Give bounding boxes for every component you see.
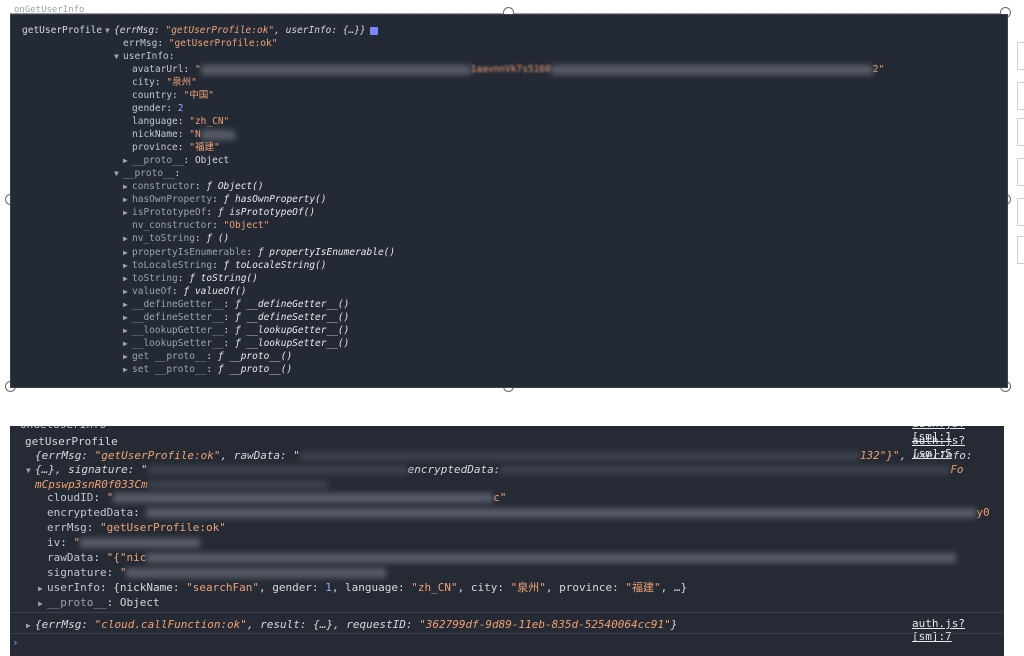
expand-arrow-icon[interactable]: ▶ xyxy=(123,363,132,376)
proto-member: nv_constructor: "Object" xyxy=(132,220,270,232)
prop-encryptedData: encryptedData: y0 xyxy=(47,506,990,519)
prop-userInfo[interactable]: ▼ userInfo: xyxy=(114,50,175,63)
redacted-blur xyxy=(146,553,957,563)
proto-member[interactable]: ▶ __lookupSetter__: ƒ __lookupSetter__() xyxy=(123,337,349,350)
object-summary-line1[interactable]: {errMsg: "getUserProfile:ok", rawData: "… xyxy=(35,448,973,463)
expand-arrow-icon[interactable]: ▶ xyxy=(123,337,132,350)
redacted-blur xyxy=(500,465,951,475)
prop-province: province: "福建" xyxy=(132,142,220,153)
redacted-blur xyxy=(147,480,328,490)
log-divider xyxy=(10,612,1004,613)
redacted-blur xyxy=(200,64,471,75)
redacted-blur xyxy=(146,508,977,518)
proto-member[interactable]: ▶ hasOwnProperty: ƒ hasOwnProperty() xyxy=(123,193,326,206)
expand-arrow-icon[interactable]: ▼ xyxy=(26,463,35,478)
prop-proto[interactable]: ▶ __proto__: Object xyxy=(38,595,160,611)
prop-signature: signature: " xyxy=(47,565,387,580)
expand-arrow-icon[interactable]: ▶ xyxy=(123,232,132,245)
cut-off-log-text: onGetUserInfo xyxy=(20,426,106,432)
prop-userInfo[interactable]: ▶ userInfo: {nickName: "searchFan", gende… xyxy=(38,580,687,596)
prop-nickName: nickName: "N xyxy=(132,128,235,141)
proto-member[interactable]: ▶ propertyIsEnumerable: ƒ propertyIsEnume… xyxy=(123,246,395,259)
prop-language: language: "zh_CN" xyxy=(132,116,230,127)
expand-arrow-icon[interactable]: ▶ xyxy=(123,180,132,193)
proto-member[interactable]: ▶ set __proto__: ƒ __proto__() xyxy=(123,363,292,376)
prop-errMsg: errMsg: "getUserProfile:ok" xyxy=(47,521,226,534)
object-summary-line2[interactable]: ▼ {…}, signature: " encryptedData: Fo xyxy=(26,462,964,478)
prop-city: city: "泉州" xyxy=(132,77,197,88)
log-label: getUserProfile xyxy=(25,435,118,448)
prop-cloudID: cloudID: " c" xyxy=(47,491,507,504)
prop-iv: iv: " xyxy=(47,535,201,550)
side-panel-box xyxy=(1017,198,1024,226)
prop-proto[interactable]: ▼ __proto__: xyxy=(114,167,180,180)
expand-arrow-icon[interactable]: ▶ xyxy=(123,206,132,219)
prop-avatarUrl: avatarUrl: " 1aavnnVk7s5160 2" xyxy=(132,64,885,75)
expand-arrow-icon[interactable]: ▶ xyxy=(123,298,132,311)
object-summary[interactable]: ▼ {errMsg: "getUserProfile:ok", userInfo:… xyxy=(105,24,378,37)
proto-member[interactable]: ▶ toLocaleString: ƒ toLocaleString() xyxy=(123,259,326,272)
side-panel-box xyxy=(1017,158,1024,186)
side-panel-box xyxy=(1017,42,1024,70)
console-screenshot-top: getUserProfile ▼ {errMsg: "getUserProfile… xyxy=(10,14,1008,388)
proto-member[interactable]: ▶ valueOf: ƒ valueOf() xyxy=(123,285,246,298)
proto-member[interactable]: ▶ toString: ƒ toString() xyxy=(123,272,258,285)
side-panel-box xyxy=(1017,236,1024,264)
proto-member[interactable]: ▶ nv_toString: ƒ () xyxy=(123,232,229,245)
expand-arrow-icon[interactable]: ▶ xyxy=(123,246,132,259)
prop-rawData: rawData: "{"nic xyxy=(47,550,957,565)
proto-member[interactable]: ▶ constructor: ƒ Object() xyxy=(123,180,264,193)
expand-arrow-icon[interactable]: ▼ xyxy=(114,167,123,180)
expand-arrow-icon[interactable]: ▶ xyxy=(26,618,35,633)
console-prompt-icon[interactable]: › xyxy=(12,635,19,650)
proto-member[interactable]: ▶ get __proto__: ƒ __proto__() xyxy=(123,350,292,363)
redacted-blur xyxy=(113,493,494,503)
prop-gender: gender: 2 xyxy=(132,103,184,114)
console-screenshot-bottom: onGetUserInfo auth.js? [sm]:1 getUserPro… xyxy=(10,426,1004,656)
expand-arrow-icon[interactable]: ▶ xyxy=(123,285,132,298)
proto-member[interactable]: ▶ __lookupGetter__: ƒ __lookupGetter__() xyxy=(123,324,349,337)
redacted-blur xyxy=(550,64,873,75)
redacted-blur xyxy=(299,451,860,461)
expand-arrow-icon[interactable]: ▼ xyxy=(114,50,123,63)
prop-inner-proto[interactable]: ▶ __proto__: Object xyxy=(123,154,229,167)
redacted-blur xyxy=(200,129,235,140)
prop-country: country: "中国" xyxy=(132,90,214,101)
redacted-blur xyxy=(147,465,408,475)
proto-member[interactable]: ▶ __defineGetter__: ƒ __defineGetter__() xyxy=(123,298,349,311)
expand-arrow-icon[interactable]: ▶ xyxy=(123,272,132,285)
expand-arrow-icon[interactable]: ▶ xyxy=(38,596,47,611)
proto-member[interactable]: ▶ isPrototypeOf: ƒ isPrototypeOf() xyxy=(123,206,315,219)
expand-arrow-icon[interactable]: ▶ xyxy=(123,193,132,206)
prop-errMsg: errMsg: "getUserProfile:ok" xyxy=(123,38,278,49)
expand-arrow-icon[interactable]: ▶ xyxy=(123,154,132,167)
log-label: getUserProfile xyxy=(22,25,103,36)
expand-arrow-icon[interactable]: ▶ xyxy=(123,311,132,324)
info-icon xyxy=(369,26,378,35)
proto-member[interactable]: ▶ __defineSetter__: ƒ __defineSetter__() xyxy=(123,311,349,324)
expand-arrow-icon[interactable]: ▶ xyxy=(123,350,132,363)
redacted-blur xyxy=(126,568,387,578)
expand-arrow-icon[interactable]: ▶ xyxy=(123,259,132,272)
redacted-blur xyxy=(80,538,201,548)
log-divider xyxy=(10,633,1004,634)
source-link[interactable]: auth.js? [sm]:7 xyxy=(912,617,1004,643)
side-panel-box xyxy=(1017,82,1024,110)
side-panel-box xyxy=(1017,118,1024,146)
expand-arrow-icon[interactable]: ▶ xyxy=(123,324,132,337)
cloud-function-result[interactable]: ▶ {errMsg: "cloud.callFunction:ok", resul… xyxy=(26,617,677,633)
expand-arrow-icon[interactable]: ▶ xyxy=(38,581,47,596)
expand-arrow-icon[interactable]: ▼ xyxy=(105,24,114,37)
